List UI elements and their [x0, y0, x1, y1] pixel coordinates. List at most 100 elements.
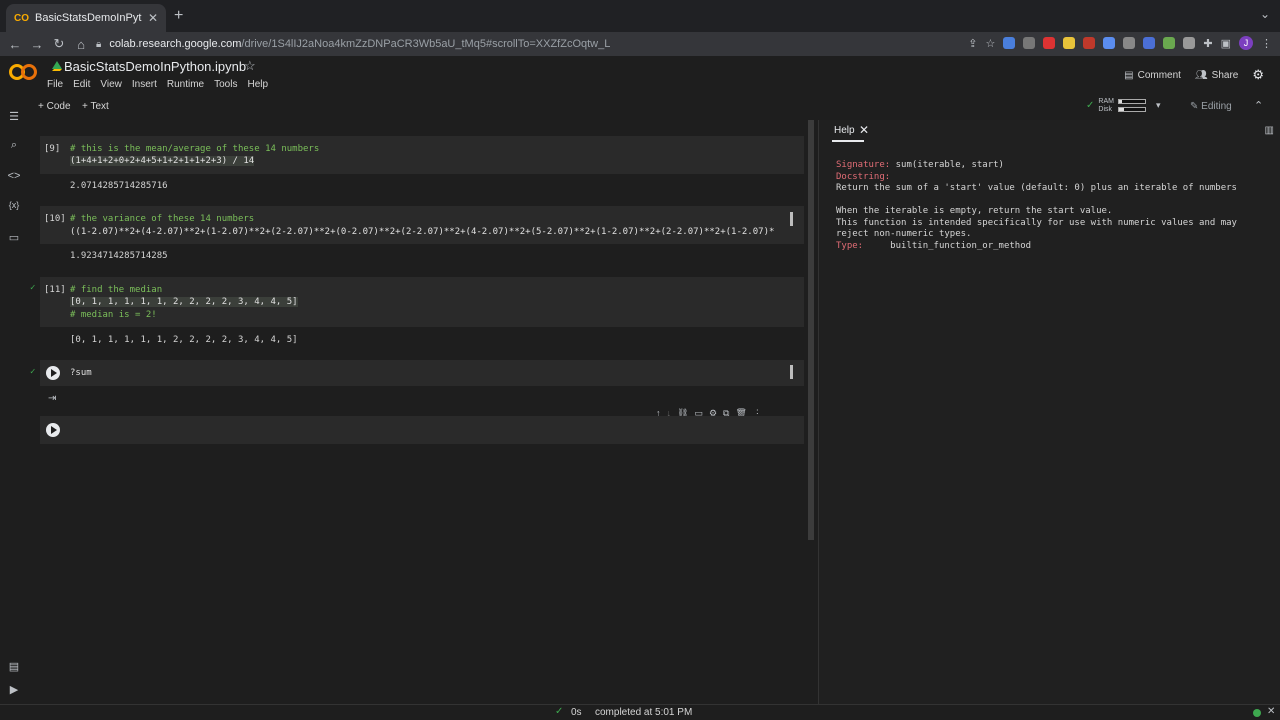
code-line: [0, 1, 1, 1, 1, 1, 2, 2, 2, 2, 3, 4, 4, … — [70, 297, 298, 307]
extensions-area: ⇪ ☆ ✚ ▣ J ⋮ — [968, 36, 1272, 50]
help-tab[interactable]: Help — [834, 125, 855, 136]
disk-bar — [1117, 107, 1146, 112]
help-row — [836, 195, 1237, 207]
run-cell-button[interactable] — [46, 366, 60, 380]
help-value: This function is intended specifically f… — [836, 217, 1237, 228]
collapse-header-icon[interactable]: ⌃ — [1254, 99, 1263, 112]
code-cell[interactable]: ✓ [11] # find the median [0, 1, 1, 1, 1,… — [30, 277, 804, 327]
menu-view[interactable]: View — [100, 79, 122, 90]
terminal-icon[interactable]: ▶ — [7, 683, 21, 696]
code-cell[interactable]: ✓ [10] # the variance of these 14 number… — [40, 206, 804, 244]
colab-header: BasicStatsDemoInPython.ipynb ☆ File Edit… — [0, 56, 1280, 96]
share-page-icon[interactable]: ⇪ — [968, 37, 977, 50]
forward-icon[interactable]: → — [26, 37, 48, 52]
extension-icon[interactable] — [1003, 37, 1016, 49]
browser-address-bar: ← → ↻ ⌂ 🔒︎ colab.research.google.com/dri… — [0, 32, 1280, 56]
extension-icon[interactable] — [1123, 37, 1136, 49]
status-bar: ✓ 0s completed at 5:01 PM ✕ — [0, 704, 1280, 720]
editing-mode-button[interactable]: ✎ Editing — [1190, 101, 1232, 112]
cell-execution-count: [11] — [44, 285, 66, 295]
reload-icon[interactable]: ↻ — [48, 36, 70, 52]
browser-tab[interactable]: CO BasicStatsDemoInPython.ipynb ✕ — [6, 4, 166, 32]
new-tab-icon[interactable]: + — [174, 7, 183, 25]
code-cell-empty[interactable] — [40, 416, 804, 444]
notebook-title[interactable]: BasicStatsDemoInPython.ipynb — [64, 59, 246, 74]
pane-layout-icon[interactable]: ▥ — [1265, 125, 1274, 136]
notebook-area: [9] # this is the mean/average of these … — [28, 120, 816, 704]
settings-gear-icon[interactable]: ⚙ — [1252, 67, 1264, 83]
help-value: sum(iterable, start) — [895, 160, 1004, 170]
tab-search-chevron-icon[interactable]: ⌄ — [1260, 7, 1270, 21]
ram-bar-fill — [1118, 100, 1122, 103]
disk-bar-fill — [1118, 108, 1125, 111]
comment-button[interactable]: ▤ Comment — [1124, 70, 1181, 81]
code-cell[interactable]: ✓ ?sum — [30, 360, 804, 386]
extension-icon[interactable] — [1103, 37, 1116, 49]
close-status-icon[interactable]: ✕ — [1267, 706, 1275, 717]
comment-icon: ▤ — [1124, 69, 1134, 81]
extension-icon[interactable] — [1083, 37, 1096, 49]
notebook-scrollbar[interactable] — [808, 120, 814, 540]
help-tab-underline — [832, 140, 864, 142]
colab-logo-icon[interactable] — [9, 62, 37, 82]
executed-check-icon: ✓ — [30, 283, 36, 293]
extension-icon[interactable] — [1183, 37, 1196, 49]
adblock-icon[interactable] — [1043, 37, 1056, 49]
extension-icon[interactable] — [1023, 37, 1036, 49]
variables-icon[interactable]: {x} — [7, 200, 21, 210]
status-message[interactable]: completed at 5:01 PM — [595, 707, 692, 718]
tab-close-icon[interactable]: ✕ — [148, 11, 158, 25]
editing-label: Editing — [1201, 101, 1232, 112]
extension-icon[interactable] — [1063, 37, 1076, 49]
notebook-toolbar: + Code + Text ✓ RAM Disk ▾ ✎ Editing ⌃ — [0, 96, 1280, 120]
pencil-icon: ✎ — [1190, 101, 1202, 112]
star-icon[interactable]: ☆ — [244, 58, 256, 74]
lock-icon: 🔒︎ — [96, 38, 102, 50]
cell-scroll-handle[interactable] — [790, 365, 793, 379]
menu-insert[interactable]: Insert — [132, 79, 157, 90]
code-line: (1+4+1+2+0+2+4+5+1+2+1+1+2+3) / 14 — [70, 156, 255, 166]
menu-bar: File Edit View Insert Runtime Tools Help — [47, 79, 268, 90]
share-label: Share — [1211, 69, 1239, 81]
usage-bars — [1117, 99, 1146, 112]
colab-favicon-icon: CO — [14, 12, 29, 24]
extension-icon[interactable] — [1143, 37, 1156, 49]
resources-dropdown-icon[interactable]: ▾ — [1156, 100, 1161, 111]
add-text-button[interactable]: + Text — [82, 101, 109, 112]
code-snippets-icon[interactable]: <> — [7, 170, 21, 182]
menu-edit[interactable]: Edit — [73, 79, 90, 90]
run-cell-button[interactable] — [46, 423, 60, 437]
help-value: Return the sum of a 'start' value (defau… — [836, 183, 1237, 193]
profile-avatar[interactable]: J — [1239, 36, 1253, 50]
help-row: Signature: sum(iterable, start) — [836, 160, 1237, 172]
help-key: Type: — [836, 240, 864, 251]
resources-indicator[interactable]: ✓ RAM Disk ▾ — [1086, 98, 1160, 113]
code-cell[interactable]: [9] # this is the mean/average of these … — [40, 136, 804, 174]
side-panel-icon[interactable]: ▣ — [1221, 37, 1231, 50]
output-actions-icon[interactable]: ⇥ — [48, 393, 56, 404]
command-palette-icon[interactable]: ▤ — [7, 660, 21, 673]
bookmark-star-icon[interactable]: ☆ — [986, 37, 996, 50]
cell-scroll-handle[interactable] — [790, 212, 793, 226]
extensions-puzzle-icon[interactable]: ✚ — [1203, 37, 1212, 50]
add-code-button[interactable]: + Code — [38, 101, 71, 112]
left-sidebar: ☰ ⌕ <> {x} ▭ ▤ ▶ — [0, 111, 28, 704]
menu-tools[interactable]: Tools — [214, 79, 237, 90]
search-icon[interactable]: ⌕ — [7, 139, 21, 152]
url-field[interactable]: 🔒︎ colab.research.google.com/drive/1S4lI… — [96, 33, 1016, 55]
disk-label: Disk — [1098, 106, 1113, 113]
files-folder-icon[interactable]: ▭ — [7, 231, 21, 244]
close-help-icon[interactable]: ✕ — [859, 123, 869, 137]
browser-tab-strip: CO BasicStatsDemoInPython.ipynb ✕ + ⌄ — [0, 0, 1280, 32]
extension-icon[interactable] — [1163, 37, 1176, 49]
share-button[interactable]: 👥︎ Share — [1195, 70, 1238, 81]
menu-runtime[interactable]: Runtime — [167, 79, 204, 90]
menu-help[interactable]: Help — [247, 79, 268, 90]
browser-menu-icon[interactable]: ⋮ — [1261, 37, 1272, 50]
home-icon[interactable]: ⌂ — [70, 37, 92, 52]
table-of-contents-icon[interactable]: ☰ — [7, 110, 21, 123]
cell-execution-count: [9] — [44, 144, 61, 154]
menu-file[interactable]: File — [47, 79, 63, 90]
people-icon: 👥︎ — [1194, 69, 1208, 81]
back-icon[interactable]: ← — [4, 37, 26, 52]
